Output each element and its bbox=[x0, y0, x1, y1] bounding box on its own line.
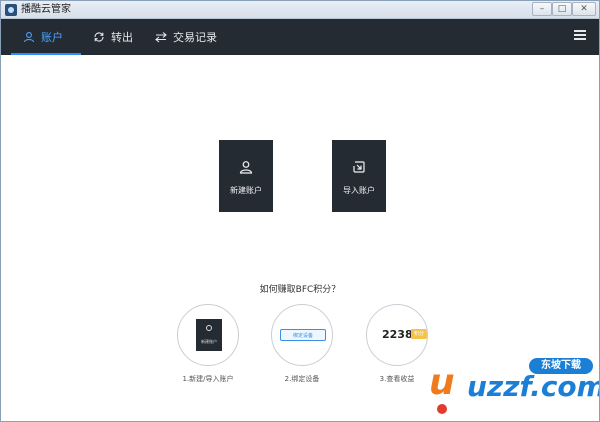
maximize-icon: □ bbox=[557, 4, 567, 14]
tab-transfer-label: 转出 bbox=[111, 31, 133, 44]
refresh-icon bbox=[94, 32, 104, 42]
step-3-illustration: 2238 积分 bbox=[366, 304, 428, 366]
hamburger-icon[interactable] bbox=[574, 29, 586, 41]
mini-bind-button: 绑定设备 bbox=[280, 329, 326, 341]
watermark-u-glyph: u bbox=[429, 362, 455, 403]
mini-card-text: 新建账户 bbox=[201, 339, 217, 344]
import-icon bbox=[353, 161, 365, 173]
watermark-badge: 东坡下载 bbox=[529, 358, 593, 374]
user-icon bbox=[239, 161, 253, 174]
user-icon bbox=[23, 32, 35, 43]
user-icon bbox=[206, 325, 212, 331]
window-title: 播酷云管家 bbox=[21, 4, 71, 15]
mini-bind-text: 绑定设备 bbox=[292, 333, 313, 339]
nav-bar: 账户 转出 交易记录 bbox=[1, 19, 599, 55]
close-button[interactable]: ✕ bbox=[572, 2, 596, 16]
close-icon: ✕ bbox=[580, 4, 588, 14]
mini-account-card: 新建账户 bbox=[196, 319, 222, 351]
watermark-brand: uzzf.com bbox=[467, 370, 600, 403]
minimize-button[interactable]: – bbox=[532, 2, 552, 16]
howto-title: 如何赚取BFC积分？ bbox=[259, 285, 341, 295]
step-2-label: 2.绑定设备 bbox=[284, 375, 320, 383]
new-account-label: 新建账户 bbox=[230, 186, 262, 195]
app-logo-icon bbox=[5, 4, 17, 16]
import-account-label: 导入账户 bbox=[343, 186, 375, 195]
title-bar[interactable]: 播酷云管家 – □ ✕ bbox=[1, 1, 599, 19]
watermark-dot-icon bbox=[437, 404, 447, 414]
tab-history-label: 交易记录 bbox=[173, 31, 217, 44]
maximize-button[interactable]: □ bbox=[552, 2, 572, 16]
step-1-label: 1.新建/导入账户 bbox=[182, 375, 234, 383]
step-1-illustration: 新建账户 bbox=[177, 304, 239, 366]
watermark-logo: u uzzf.com 东坡下载 bbox=[429, 356, 599, 418]
tab-account-label: 账户 bbox=[41, 31, 63, 44]
tab-transfer[interactable]: 转出 bbox=[93, 19, 133, 55]
tab-history[interactable]: 交易记录 bbox=[155, 19, 217, 55]
step-2-illustration: 绑定设备 bbox=[271, 304, 333, 366]
tab-account[interactable]: 账户 bbox=[11, 19, 81, 55]
app-window: 播酷云管家 – □ ✕ 账户 转出 交易记录 新建账户 导入账户 如何赚取BFC… bbox=[0, 0, 600, 422]
swap-icon bbox=[155, 32, 167, 43]
minimize-icon: – bbox=[539, 4, 545, 14]
import-account-button[interactable]: 导入账户 bbox=[332, 140, 386, 212]
new-account-button[interactable]: 新建账户 bbox=[219, 140, 273, 212]
score-tag: 积分 bbox=[411, 329, 427, 339]
score-value: 2238 bbox=[382, 328, 413, 341]
